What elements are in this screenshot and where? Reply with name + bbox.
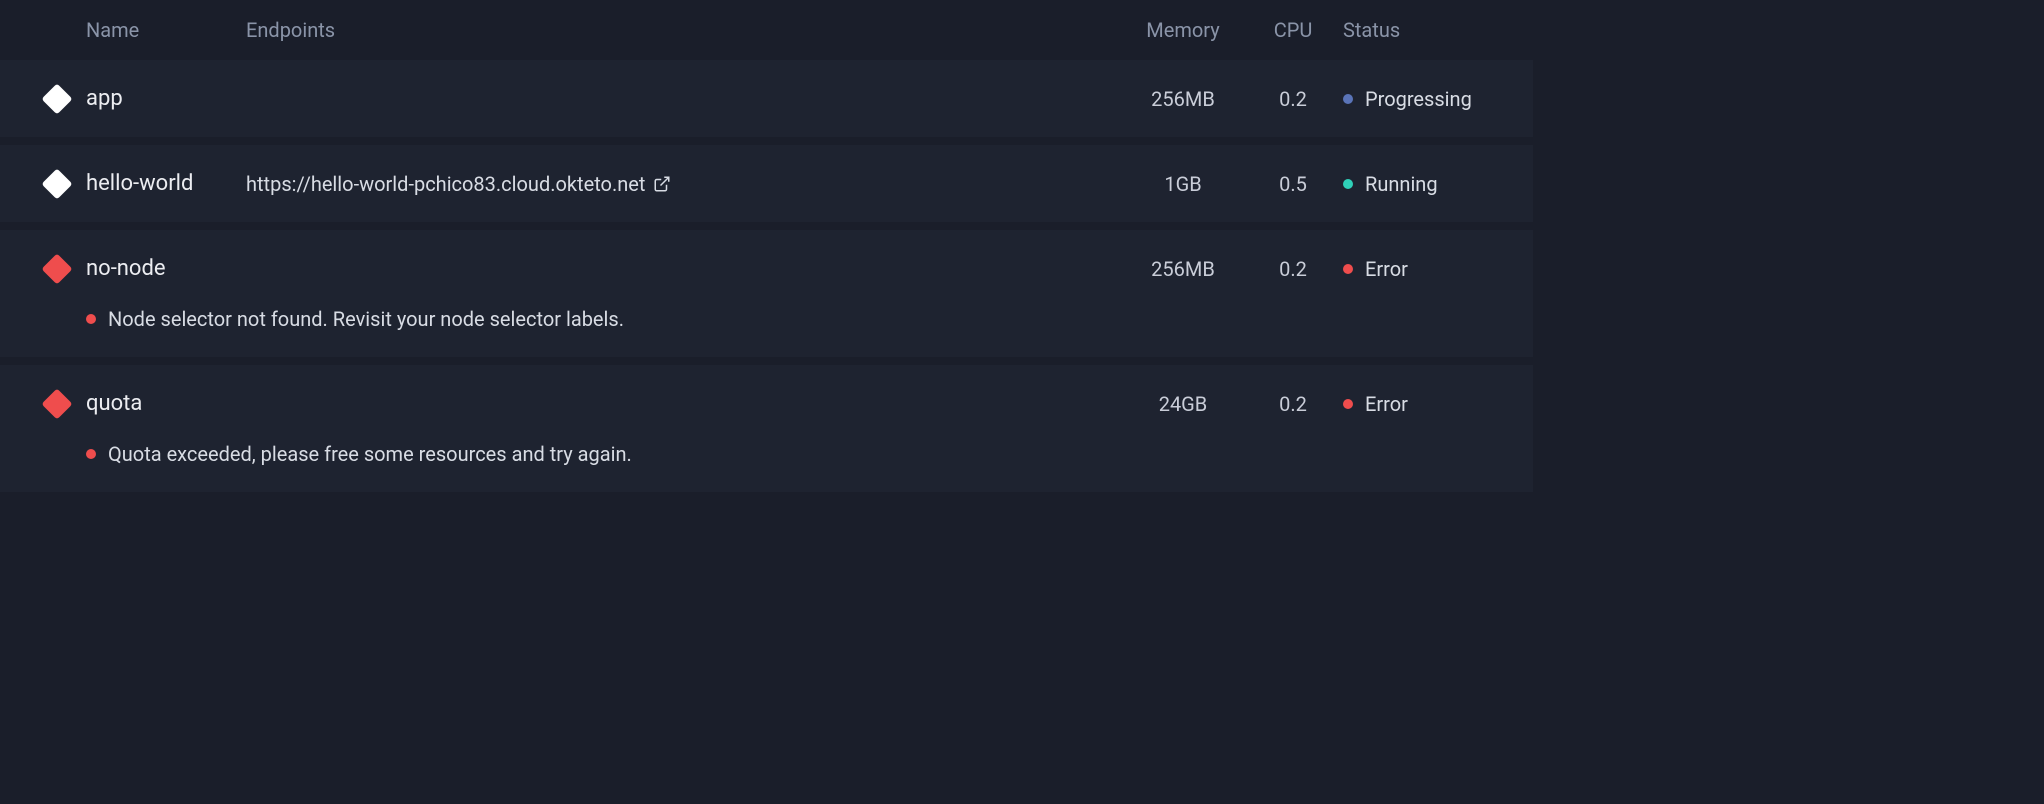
header-name: Name (86, 18, 246, 42)
error-message: Node selector not found. Revisit your no… (108, 307, 624, 331)
table-row[interactable]: no-node 256MB 0.2 Error Node selector no… (0, 230, 1533, 357)
deployment-name: app (86, 86, 246, 111)
status-label: Running (1365, 172, 1438, 196)
header-cpu: CPU (1243, 18, 1343, 42)
deployment-name: hello-world (86, 171, 246, 196)
cpu-value: 0.2 (1243, 392, 1343, 416)
deployment-name: quota (86, 391, 246, 416)
table-row[interactable]: quota 24GB 0.2 Error Quota exceeded, ple… (0, 365, 1533, 492)
cpu-value: 0.2 (1243, 87, 1343, 111)
status-cell: Error (1343, 392, 1533, 416)
status-diamond-icon (0, 393, 86, 415)
status-label: Error (1365, 257, 1408, 281)
deployments-table: Name Endpoints Memory CPU Status app 256… (0, 0, 1533, 492)
cpu-value: 0.2 (1243, 257, 1343, 281)
header-memory: Memory (1123, 18, 1243, 42)
cpu-value: 0.5 (1243, 172, 1343, 196)
status-cell: Error (1343, 257, 1533, 281)
memory-value: 256MB (1123, 257, 1243, 281)
external-link-icon[interactable] (653, 175, 671, 193)
table-row[interactable]: hello-world https://hello-world-pchico83… (0, 145, 1533, 222)
endpoint-link[interactable]: https://hello-world-pchico83.cloud.oktet… (246, 172, 645, 196)
error-detail: Quota exceeded, please free some resourc… (0, 442, 1533, 492)
deployment-name: no-node (86, 256, 246, 281)
memory-value: 256MB (1123, 87, 1243, 111)
error-detail: Node selector not found. Revisit your no… (0, 307, 1533, 357)
memory-value: 24GB (1123, 392, 1243, 416)
header-endpoints: Endpoints (246, 18, 1123, 42)
status-diamond-icon (0, 173, 86, 195)
status-label: Error (1365, 392, 1408, 416)
status-dot-icon (1343, 179, 1353, 189)
status-diamond-icon (0, 88, 86, 110)
status-dot-icon (1343, 264, 1353, 274)
header-status: Status (1343, 18, 1533, 42)
memory-value: 1GB (1123, 172, 1243, 196)
table-header: Name Endpoints Memory CPU Status (0, 0, 1533, 60)
status-diamond-icon (0, 258, 86, 280)
status-cell: Progressing (1343, 87, 1533, 111)
status-dot-icon (1343, 94, 1353, 104)
error-message: Quota exceeded, please free some resourc… (108, 442, 632, 466)
endpoint-cell: https://hello-world-pchico83.cloud.oktet… (246, 172, 1123, 196)
status-cell: Running (1343, 172, 1533, 196)
status-label: Progressing (1365, 87, 1472, 111)
error-dot-icon (86, 314, 96, 324)
table-row[interactable]: app 256MB 0.2 Progressing (0, 60, 1533, 137)
error-dot-icon (86, 449, 96, 459)
status-dot-icon (1343, 399, 1353, 409)
